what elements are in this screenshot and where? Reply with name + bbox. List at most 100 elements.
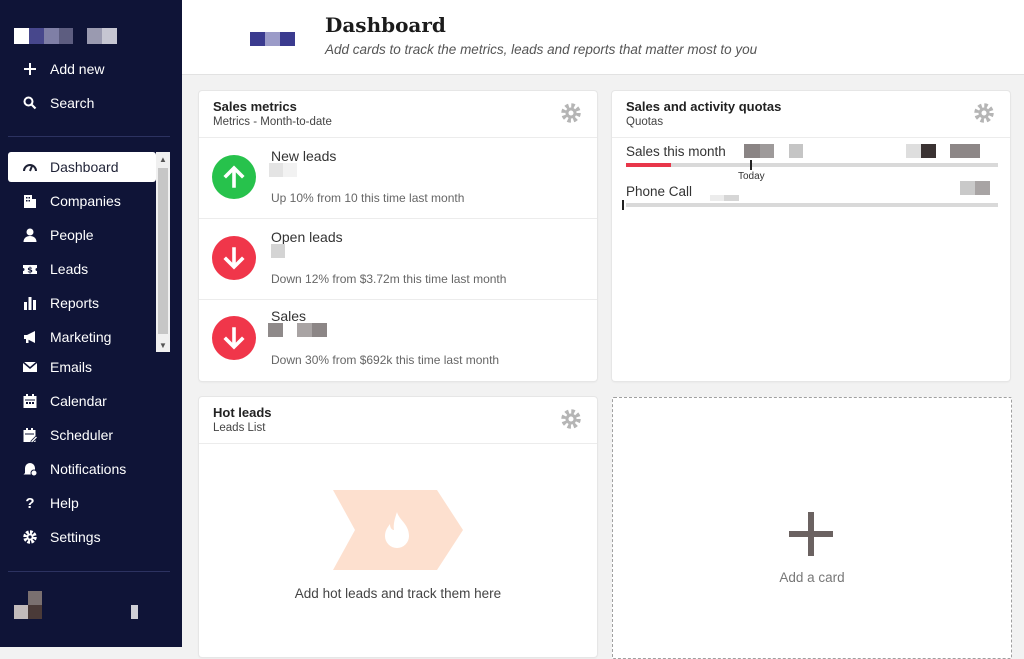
- metric-description: Down 30% from $692k this time last month: [271, 353, 500, 367]
- metric-value-redacted: [271, 244, 285, 258]
- arrow-up-icon: [212, 155, 256, 199]
- arrow-down-icon: [212, 316, 256, 360]
- card-title: Hot leads: [213, 405, 272, 420]
- card-settings-icon[interactable]: [560, 408, 582, 430]
- metric-value-redacted: [297, 323, 312, 337]
- metric-value-redacted: [312, 323, 327, 337]
- sidebar-item-notifications[interactable]: Notifications: [8, 454, 156, 484]
- quota-value-redacted: [789, 144, 803, 158]
- gear-icon: [22, 529, 38, 545]
- sidebar-item-leads[interactable]: $ Leads: [8, 254, 156, 284]
- add-new-button[interactable]: Add new: [8, 54, 156, 84]
- sidebar-item-label: Settings: [50, 529, 101, 545]
- sidebar-item-reports[interactable]: Reports: [8, 288, 156, 318]
- sidebar-item-label: Marketing: [50, 329, 112, 345]
- quota-progress-bar: [626, 203, 998, 207]
- metric-name: New leads: [271, 148, 337, 164]
- card-subtitle: Leads List: [213, 422, 266, 434]
- sidebar-item-label: People: [50, 227, 94, 243]
- envelope-icon: [22, 359, 38, 375]
- sidebar-item-label: Help: [50, 495, 79, 511]
- sales-metrics-card: Sales metrics Metrics - Month-to-date Ne…: [199, 91, 597, 381]
- arrow-down-icon: [212, 236, 256, 280]
- ticket-dollar-icon: $: [22, 261, 38, 277]
- quota-value-redacted: [744, 144, 760, 158]
- hot-leads-empty-text: Add hot leads and track them here: [294, 586, 502, 601]
- sidebar-divider: [8, 571, 170, 572]
- add-card-button[interactable]: Add a card: [612, 397, 1012, 659]
- sidebar-divider: [8, 136, 170, 137]
- company-logo: [250, 32, 295, 46]
- question-icon: ?: [25, 494, 35, 512]
- page-subtitle: Add cards to track the metrics, leads an…: [325, 42, 758, 57]
- quota-progress-bar: [626, 163, 998, 167]
- card-settings-icon[interactable]: [560, 102, 582, 124]
- metric-name: Open leads: [271, 229, 343, 245]
- hot-leads-flame-icon: [333, 490, 463, 570]
- sidebar-item-dashboard[interactable]: Dashboard: [8, 152, 156, 182]
- today-marker: [750, 160, 752, 170]
- metric-row-sales[interactable]: Sales Down 30% from $692k this time last…: [199, 299, 597, 379]
- calendar-icon: [22, 393, 38, 409]
- quota-progress-fill: [626, 163, 671, 167]
- metric-name: Sales: [271, 308, 307, 324]
- sidebar-scrollbar[interactable]: ▲ ▼: [156, 152, 170, 352]
- sidebar-item-label: Leads: [50, 261, 89, 277]
- page-title: Dashboard: [325, 13, 446, 37]
- megaphone-icon: [22, 329, 38, 345]
- sidebar-item-label: Scheduler: [50, 427, 114, 443]
- sidebar-item-label: Emails: [50, 359, 93, 375]
- quota-value-redacted: [724, 195, 739, 201]
- sidebar-item-help[interactable]: ? Help: [8, 488, 156, 518]
- sidebar-item-people[interactable]: People: [8, 220, 156, 250]
- scrollbar-thumb[interactable]: [158, 168, 168, 334]
- sidebar-item-label: Companies: [50, 193, 121, 209]
- sidebar-item-settings[interactable]: Settings: [8, 522, 156, 552]
- quota-target-redacted: [921, 144, 936, 158]
- card-subtitle: Quotas: [626, 116, 664, 128]
- quota-label: Phone Call: [626, 184, 693, 199]
- quota-target-redacted: [975, 181, 990, 195]
- add-card-label: Add a card: [779, 570, 845, 585]
- sidebar-item-marketing[interactable]: Marketing: [8, 322, 156, 352]
- metric-description: Up 10% from 10 this time last month: [271, 191, 465, 205]
- metric-value-redacted: [269, 163, 283, 177]
- plus-icon: [22, 61, 38, 77]
- sidebar-item-emails[interactable]: Emails: [8, 352, 156, 382]
- today-label: Today: [738, 171, 765, 182]
- quota-label: Sales this month: [626, 144, 726, 159]
- add-new-label: Add new: [50, 61, 105, 77]
- search-button[interactable]: Search: [8, 88, 156, 118]
- quota-target-redacted: [906, 144, 921, 158]
- scroll-up-icon[interactable]: ▲: [156, 152, 170, 166]
- metric-row-new-leads[interactable]: New leads Up 10% from 10 this time last …: [199, 138, 597, 218]
- bell-icon: [22, 461, 38, 477]
- card-divider: [199, 443, 597, 444]
- quota-value-redacted: [760, 144, 774, 158]
- gauge-icon: [22, 159, 38, 175]
- scroll-down-icon[interactable]: ▼: [156, 338, 170, 352]
- building-icon: [22, 193, 38, 209]
- card-subtitle: Metrics - Month-to-date: [213, 116, 332, 128]
- card-title: Sales and activity quotas: [626, 99, 782, 114]
- hot-leads-card: Hot leads Leads List Add hot leads and t…: [199, 397, 597, 657]
- card-title: Sales metrics: [213, 99, 297, 114]
- search-icon: [22, 95, 38, 111]
- calendar-edit-icon: [22, 427, 38, 443]
- sidebar: Add new Search Dashboard Companies Peopl…: [0, 0, 182, 647]
- quota-target-redacted: [950, 144, 980, 158]
- metric-value-redacted: [268, 323, 283, 337]
- metric-value-redacted: [283, 163, 297, 177]
- page-header: Dashboard Add cards to track the metrics…: [182, 0, 1024, 75]
- card-settings-icon[interactable]: [973, 102, 995, 124]
- sidebar-item-calendar[interactable]: Calendar: [8, 386, 156, 416]
- metric-description: Down 12% from $3.72m this time last mont…: [271, 272, 507, 286]
- sidebar-item-scheduler[interactable]: Scheduler: [8, 420, 156, 450]
- brand-logo[interactable]: [14, 28, 117, 44]
- sidebar-item-label: Notifications: [50, 461, 127, 477]
- sidebar-item-label: Reports: [50, 295, 100, 311]
- start-marker: [622, 200, 624, 210]
- metric-row-open-leads[interactable]: Open leads Down 12% from $3.72m this tim…: [199, 219, 597, 299]
- quotas-card: Sales and activity quotas Quotas Sales t…: [612, 91, 1010, 381]
- sidebar-item-companies[interactable]: Companies: [8, 186, 156, 216]
